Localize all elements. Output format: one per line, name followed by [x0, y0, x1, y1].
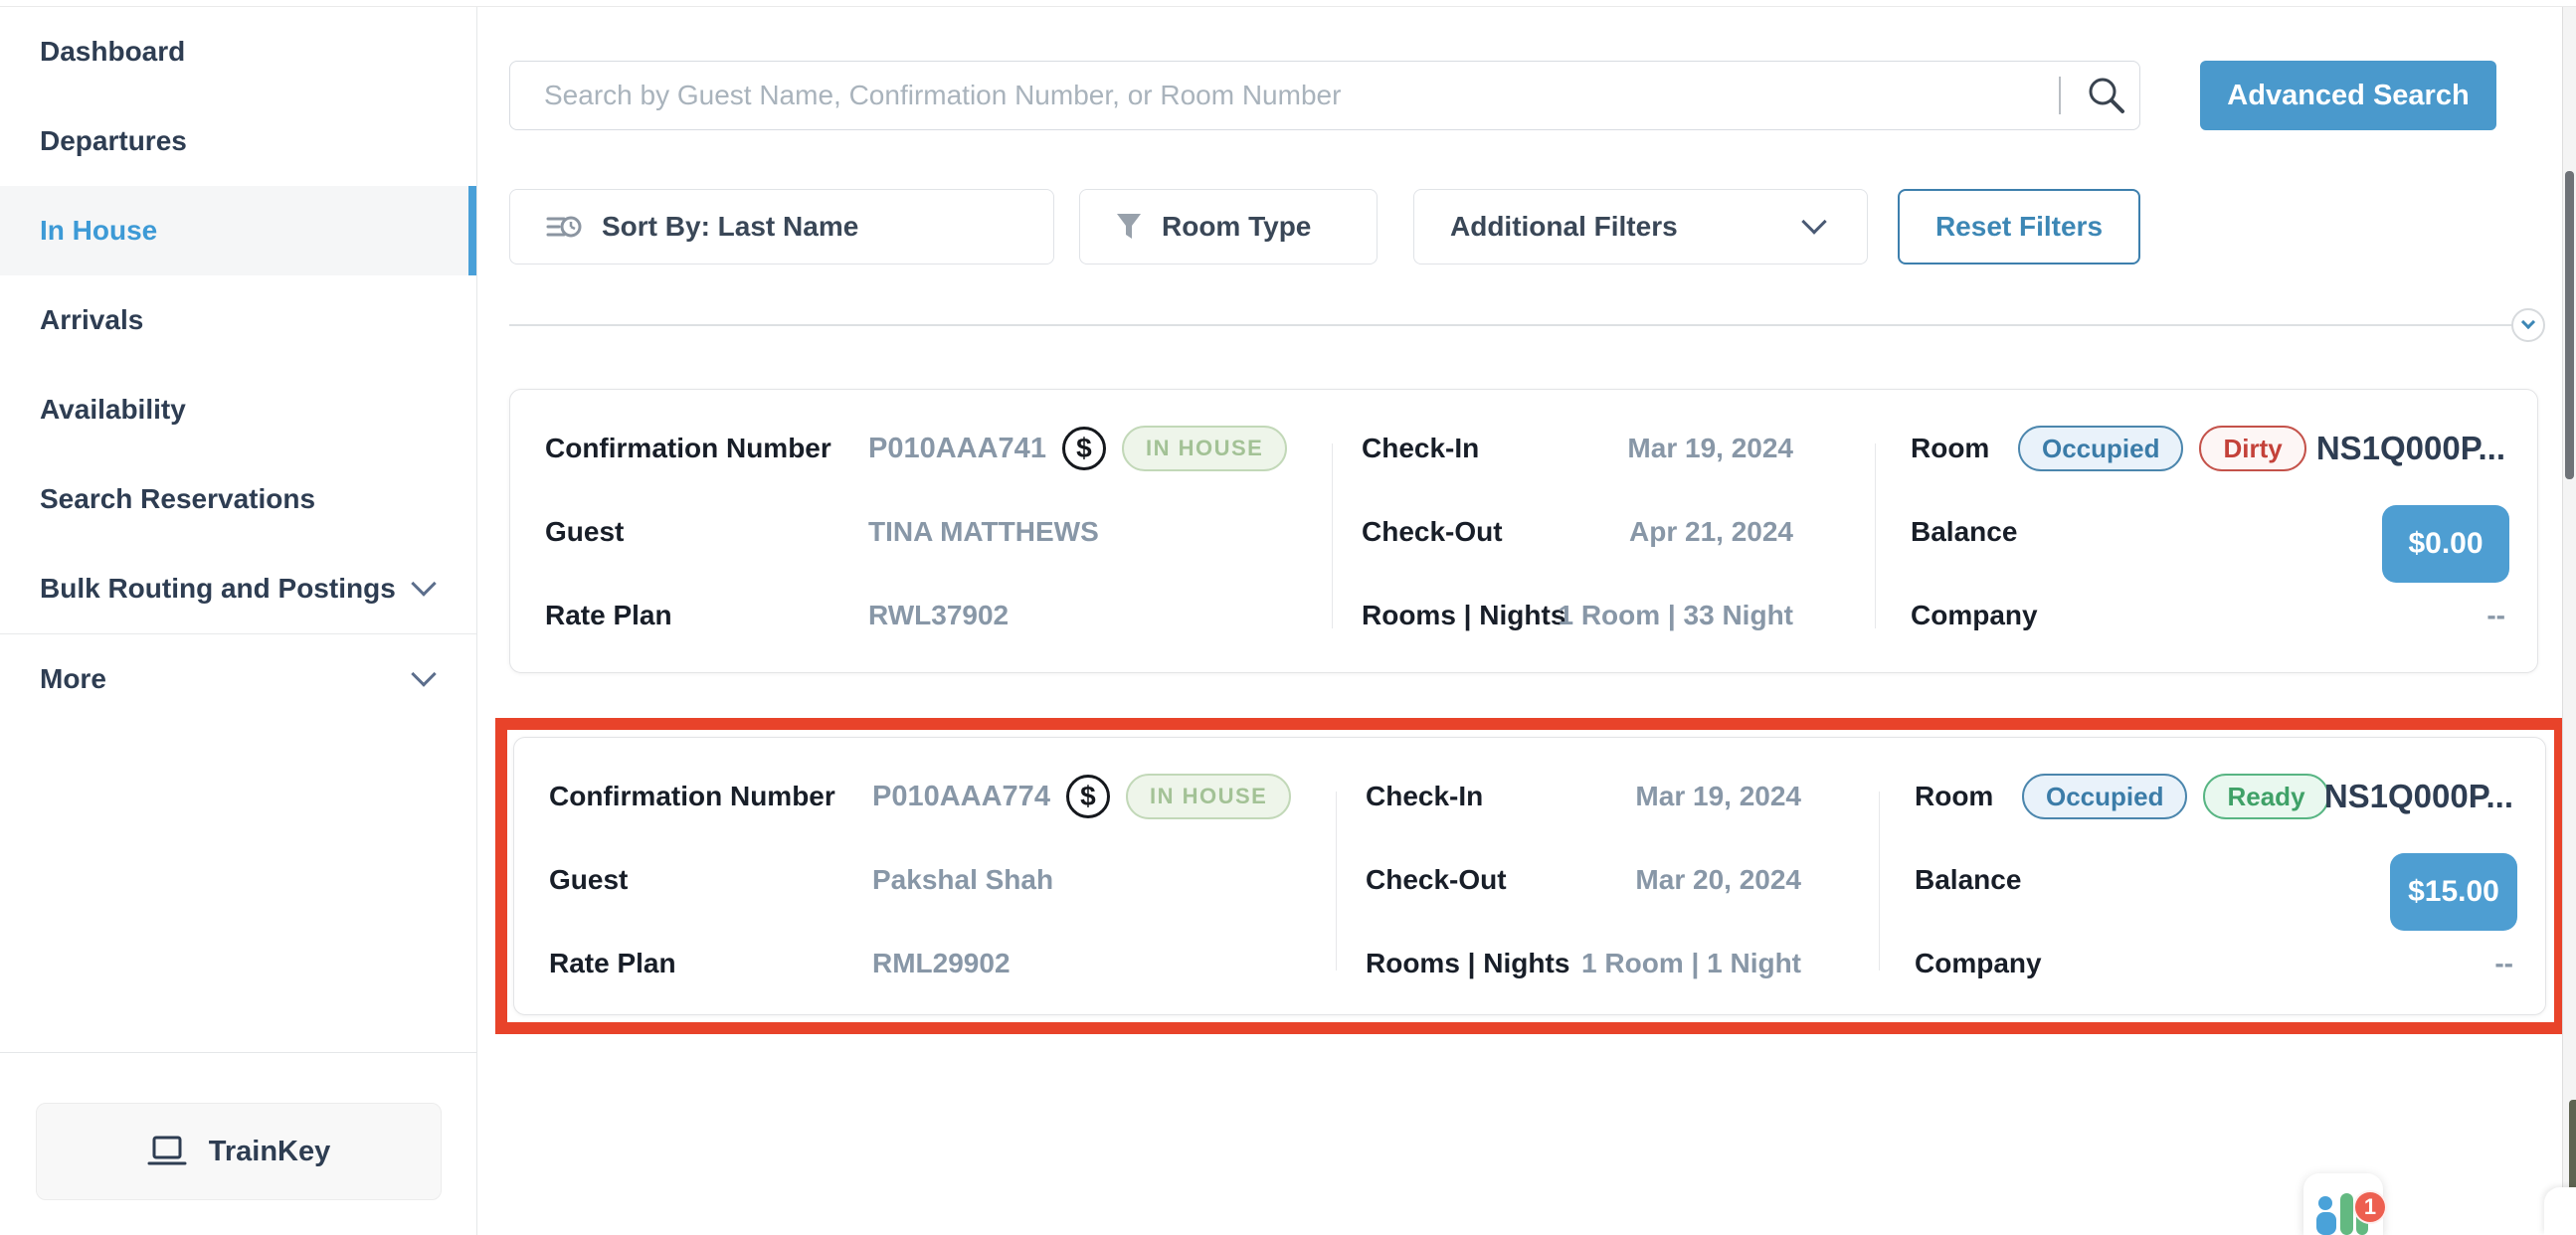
check-out-value: Apr 21, 2024 — [1629, 516, 1793, 548]
reservation-card[interactable]: Confirmation Number P010AAA741 $ IN HOUS… — [509, 389, 2538, 673]
card-column-divider — [1875, 443, 1876, 628]
chevron-down-icon — [411, 571, 436, 596]
reset-filters-button[interactable]: Reset Filters — [1898, 189, 2140, 265]
payment-dollar-icon[interactable]: $ — [1066, 775, 1110, 818]
company-value: -- — [2494, 948, 2513, 979]
balance-button[interactable]: $0.00 — [2382, 505, 2509, 583]
company-label: Company — [1911, 600, 2038, 631]
additional-filters-label: Additional Filters — [1450, 211, 1678, 243]
rooms-nights-value: 1 Room | 1 Night — [1581, 948, 1801, 979]
balance-label: Balance — [1915, 864, 2021, 896]
results-divider — [509, 324, 2512, 326]
guest-label: Guest — [545, 516, 624, 548]
reset-filters-label: Reset Filters — [1935, 211, 2103, 243]
room-number-value: NS1Q000P... — [2316, 430, 2505, 467]
payment-dollar-icon[interactable]: $ — [1062, 427, 1106, 470]
sort-by-label: Sort By: Last Name — [602, 211, 858, 243]
sidebar-item-more[interactable]: More — [0, 634, 476, 724]
search-icon[interactable] — [2086, 75, 2127, 116]
sidebar-item-label: Bulk Routing and Postings — [40, 573, 396, 605]
confirmation-number-label: Confirmation Number — [545, 433, 831, 464]
in-house-page: Dashboard Departures In House Arrivals A… — [0, 0, 2576, 1235]
company-value: -- — [2486, 600, 2505, 631]
chevron-down-icon — [2521, 315, 2535, 329]
sidebar-item-label: More — [40, 663, 106, 695]
sidebar-item-departures[interactable]: Departures — [0, 96, 476, 186]
sidebar-item-label: Availability — [40, 394, 186, 426]
sidebar-item-dashboard[interactable]: Dashboard — [0, 7, 476, 96]
company-label: Company — [1915, 948, 2042, 979]
room-type-label: Room Type — [1162, 211, 1311, 243]
card-column-divider — [1332, 443, 1333, 628]
trainkey-label: TrainKey — [209, 1136, 331, 1168]
search-separator — [2059, 77, 2061, 114]
guest-value: Pakshal Shah — [872, 864, 1053, 896]
scrollbar-thumb[interactable] — [2565, 171, 2574, 479]
sidebar-item-availability[interactable]: Availability — [0, 365, 476, 454]
rate-plan-value: RWL37902 — [868, 600, 1009, 631]
sidebar: Dashboard Departures In House Arrivals A… — [0, 7, 477, 1235]
sidebar-item-arrivals[interactable]: Arrivals — [0, 275, 476, 365]
confirmation-number-value: P010AAA774 — [872, 781, 1050, 813]
sidebar-item-label: Arrivals — [40, 304, 143, 336]
rooms-nights-value: 1 Room | 33 Night — [1558, 600, 1793, 631]
sidebar-item-in-house[interactable]: In House — [0, 186, 476, 275]
sidebar-item-search-reservations[interactable]: Search Reservations — [0, 454, 476, 544]
occupancy-status-badge: Occupied — [2018, 426, 2183, 471]
sidebar-item-label: Dashboard — [40, 36, 185, 68]
chevron-down-icon — [1801, 209, 1826, 234]
balance-button[interactable]: $15.00 — [2390, 853, 2517, 931]
laptop-icon — [147, 1135, 187, 1168]
housekeeping-status-badge: Ready — [2203, 774, 2328, 819]
advanced-search-button[interactable]: Advanced Search — [2200, 61, 2496, 130]
filter-funnel-icon — [1116, 213, 1142, 241]
check-in-label: Check-In — [1366, 781, 1483, 812]
occupancy-status-badge: Occupied — [2022, 774, 2187, 819]
search-input[interactable] — [509, 61, 2140, 130]
room-type-button[interactable]: Room Type — [1079, 189, 1378, 265]
check-out-label: Check-Out — [1366, 864, 1507, 896]
sort-recent-icon — [546, 213, 582, 241]
right-edge-card — [2544, 1187, 2576, 1235]
housekeeping-status-badge: Dirty — [2199, 426, 2305, 471]
sort-by-button[interactable]: Sort By: Last Name — [509, 189, 1054, 265]
in-house-status-badge: IN HOUSE — [1122, 426, 1287, 471]
sidebar-item-label: Search Reservations — [40, 483, 315, 515]
rooms-nights-label: Rooms | Nights — [1362, 600, 1565, 631]
room-label: Room — [1911, 433, 1989, 464]
rooms-nights-label: Rooms | Nights — [1366, 948, 1569, 979]
rate-plan-label: Rate Plan — [549, 948, 676, 979]
additional-filters-dropdown[interactable]: Additional Filters — [1413, 189, 1868, 265]
check-in-value: Mar 19, 2024 — [1635, 781, 1801, 812]
chevron-down-icon — [411, 661, 436, 686]
notification-badge: 1 — [2353, 1190, 2387, 1224]
balance-label: Balance — [1911, 516, 2017, 548]
sidebar-item-label: Departures — [40, 125, 187, 157]
room-label: Room — [1915, 781, 1993, 812]
check-out-label: Check-Out — [1362, 516, 1503, 548]
check-out-value: Mar 20, 2024 — [1635, 864, 1801, 896]
sidebar-item-label: In House — [40, 215, 157, 247]
rate-plan-label: Rate Plan — [545, 600, 672, 631]
in-house-status-badge: IN HOUSE — [1126, 774, 1291, 819]
check-in-label: Check-In — [1362, 433, 1479, 464]
sidebar-item-bulk-routing[interactable]: Bulk Routing and Postings — [0, 544, 476, 633]
confirmation-number-label: Confirmation Number — [549, 781, 835, 812]
confirmation-number-value: P010AAA741 — [868, 433, 1046, 465]
rate-plan-value: RML29902 — [872, 948, 1011, 979]
collapse-toggle[interactable] — [2511, 308, 2545, 342]
reservation-card[interactable]: Confirmation Number P010AAA774 $ IN HOUS… — [513, 737, 2546, 1015]
guest-value: TINA MATTHEWS — [868, 516, 1099, 548]
sidebar-footer: TrainKey — [0, 1052, 476, 1235]
card-column-divider — [1879, 792, 1880, 970]
guest-label: Guest — [549, 864, 628, 896]
card-column-divider — [1336, 792, 1337, 970]
check-in-value: Mar 19, 2024 — [1627, 433, 1793, 464]
trainkey-button[interactable]: TrainKey — [36, 1103, 442, 1200]
room-number-value: NS1Q000P... — [2324, 778, 2513, 815]
